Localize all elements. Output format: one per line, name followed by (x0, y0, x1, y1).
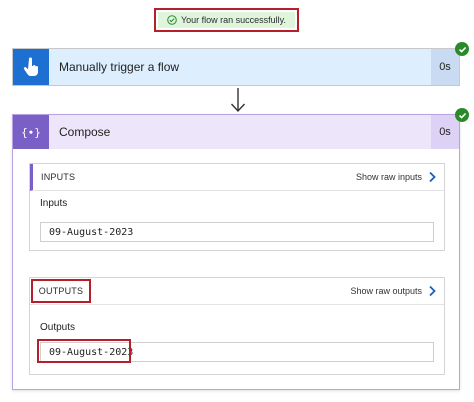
success-banner: Your flow ran successfully. (158, 12, 295, 28)
trigger-card[interactable]: Manually trigger a flow 0s (12, 48, 460, 86)
inputs-field-label: Inputs (40, 198, 68, 209)
show-raw-outputs-link[interactable]: Show raw outputs (350, 285, 444, 297)
compose-card: {∙} Compose 0s INPUTS Show raw inputs In… (12, 114, 460, 390)
outputs-section-header: OUTPUTS Show raw outputs (30, 278, 444, 305)
compose-header[interactable]: {∙} Compose 0s (13, 115, 459, 149)
compose-title: Compose (59, 125, 111, 139)
compose-success-check-icon (455, 108, 469, 122)
inputs-header-label: INPUTS (41, 172, 76, 182)
trigger-success-check-icon (455, 42, 469, 56)
success-banner-highlight: Your flow ran successfully. (154, 8, 299, 32)
connector-arrow-icon (229, 87, 247, 113)
compose-duration: 0s (431, 115, 459, 149)
flow-run-page: Your flow ran successfully. Manually tri… (0, 0, 474, 402)
outputs-field-label: Outputs (40, 322, 76, 333)
chevron-right-icon (428, 171, 436, 183)
outputs-section: OUTPUTS Show raw outputs Outputs 09-Augu… (29, 277, 445, 375)
outputs-value: 09-August-2023 (49, 346, 134, 358)
touch-hand-icon (13, 49, 49, 85)
trigger-title: Manually trigger a flow (59, 60, 180, 74)
inputs-section-header: INPUTS Show raw inputs (30, 164, 444, 191)
outputs-header-label: OUTPUTS (31, 279, 91, 303)
compose-icon-glyph: {∙} (21, 125, 41, 139)
inputs-value: 09-August-2023 (40, 222, 434, 242)
inputs-section: INPUTS Show raw inputs Inputs 09-August-… (29, 163, 445, 251)
success-check-icon (167, 15, 177, 25)
success-message: Your flow ran successfully. (180, 15, 287, 25)
compose-icon: {∙} (13, 115, 49, 149)
show-raw-inputs-link[interactable]: Show raw inputs (356, 171, 444, 183)
show-raw-inputs-label: Show raw inputs (355, 172, 422, 182)
show-raw-outputs-label: Show raw outputs (350, 286, 422, 296)
trigger-duration: 0s (431, 49, 459, 85)
chevron-right-icon (428, 285, 436, 297)
outputs-value-box: 09-August-2023 (37, 339, 434, 363)
